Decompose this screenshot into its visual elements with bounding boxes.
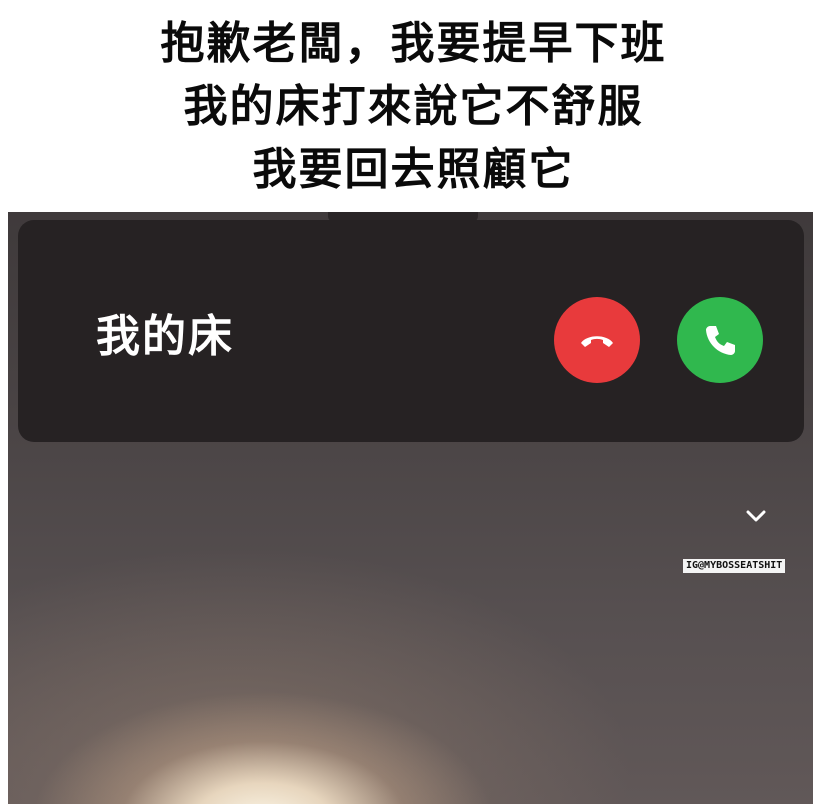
caption-line-1: 抱歉老闆，我要提早下班: [160, 17, 667, 69]
chevron-down-icon: [745, 508, 767, 527]
decline-call-button[interactable]: [554, 297, 640, 383]
phone-screen-photo: 我的床 IG@MYBOSSEATSHIT: [8, 212, 813, 804]
accept-call-button[interactable]: [677, 297, 763, 383]
phone-icon: [698, 318, 742, 362]
meme-caption: 抱歉老闆，我要提早下班 我的床打來說它不舒服 我要回去照顧它: [0, 0, 827, 212]
collapse-call-button[interactable]: [713, 492, 799, 542]
caption-line-3: 我要回去照顧它: [252, 143, 575, 195]
watermark: IG@MYBOSSEATSHIT: [683, 559, 786, 573]
incoming-call-banner[interactable]: 我的床: [18, 220, 804, 442]
caption-line-2: 我的床打來說它不舒服: [183, 80, 644, 132]
caller-name: 我的床: [96, 311, 234, 362]
phone-hangup-icon: [575, 318, 619, 362]
